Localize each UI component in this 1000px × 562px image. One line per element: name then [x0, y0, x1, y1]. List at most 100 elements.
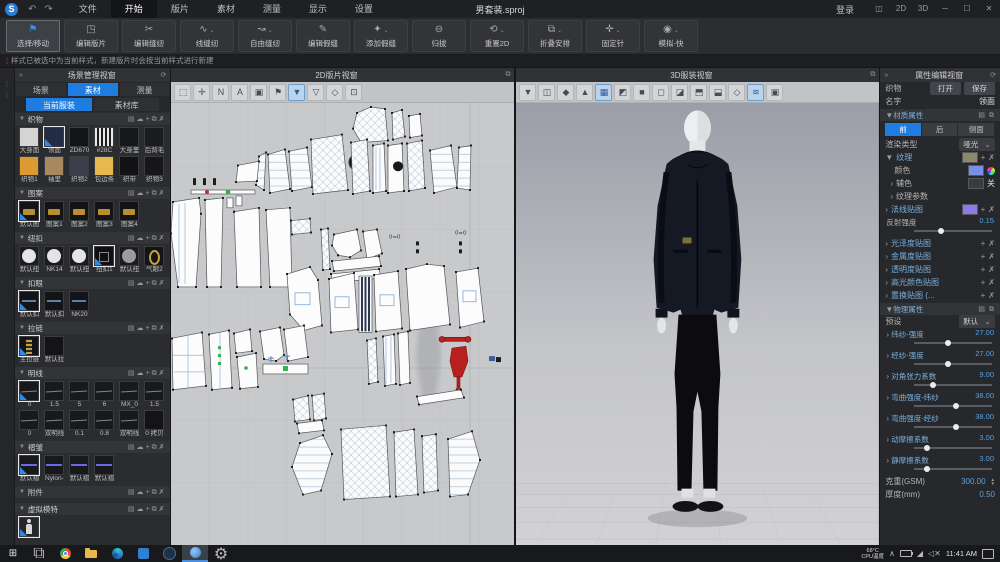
material-thumbnail[interactable]	[44, 455, 64, 475]
delete-icon[interactable]: ✗	[159, 280, 167, 287]
ribbon-button[interactable]: ⧉⌄ 折叠安排	[528, 20, 582, 52]
ribbon-button[interactable]: ∿⌄ 线缝纫	[180, 20, 234, 52]
dropdown-arrow-icon[interactable]: ⌄	[674, 27, 679, 34]
preset-select[interactable]: 默认⌄	[959, 315, 995, 328]
material-item[interactable]: 0	[18, 381, 41, 409]
section-header[interactable]: ▼ 图案 ▤☁+⧉✗	[15, 187, 171, 199]
refresh-icon[interactable]: ⟳	[157, 71, 171, 79]
save-icon[interactable]: ⧉	[989, 112, 995, 119]
thickness-view-icon[interactable]: ■	[633, 84, 650, 101]
texture-map-row[interactable]: › 金属度贴图 + ✗	[880, 250, 1000, 263]
arrange-points-icon[interactable]: ▦	[595, 84, 612, 101]
wind-icon[interactable]: ≋	[747, 84, 764, 101]
minimize-button[interactable]: ─	[934, 0, 956, 18]
delete-icon[interactable]: ✗	[988, 291, 995, 300]
add-icon[interactable]: +	[981, 153, 986, 162]
material-thumbnail[interactable]	[69, 201, 89, 221]
ribbon-button[interactable]: ↝⌄ 自由缝纫	[238, 20, 292, 52]
pattern-canvas[interactable]: 0=0 0=0	[171, 103, 514, 545]
slider-knob[interactable]	[938, 228, 944, 234]
avatar-pose-icon[interactable]: ◆	[557, 84, 574, 101]
material-thumbnail[interactable]	[94, 127, 114, 147]
chevron-right-icon[interactable]: ›	[886, 393, 889, 402]
material-thumbnail[interactable]	[144, 381, 164, 401]
material-item[interactable]: 织物2	[68, 156, 91, 184]
section-header[interactable]: ▼ 附件 ▤☁+⧉✗	[15, 486, 171, 498]
ribbon-button[interactable]: ✎ 编辑假缝	[296, 20, 350, 52]
physics-slider[interactable]: › 经纱-强度 27.00	[880, 349, 1000, 370]
chevron-down-icon[interactable]: ▼	[885, 305, 893, 314]
box-select-icon[interactable]: ⬚	[174, 84, 191, 101]
texture-view-icon[interactable]: ◩	[614, 84, 631, 101]
material-item[interactable]: 纽扣1	[93, 246, 116, 274]
ribbon-button[interactable]: ◉⌄ 模拟-快	[644, 20, 698, 52]
material-item[interactable]: 默认扣	[18, 291, 41, 319]
chevron-right-icon[interactable]: ›	[886, 330, 889, 339]
close-button[interactable]: ✕	[978, 0, 1000, 18]
copy-icon[interactable]: ⧉	[152, 280, 159, 287]
physics-slider[interactable]: › 纬纱-强度 27.00	[880, 328, 1000, 349]
material-thumbnail[interactable]	[94, 201, 114, 221]
start-button[interactable]: ⊞	[0, 545, 26, 562]
material-item[interactable]: 默认扣	[43, 291, 66, 319]
folder-icon[interactable]: ▤	[128, 235, 137, 242]
delete-icon[interactable]: ✗	[988, 239, 995, 248]
chevron-right-icon[interactable]: ›	[886, 414, 889, 423]
name-value[interactable]: 领面	[979, 96, 995, 107]
ribbon-button[interactable]: ✛⌄ 固定针	[586, 20, 640, 52]
folder-icon[interactable]: ▤	[128, 506, 137, 513]
chevron-right-icon[interactable]: ›	[886, 456, 889, 465]
material-item[interactable]: 默认拉	[43, 336, 66, 364]
normal-map-swatch[interactable]	[962, 204, 978, 215]
material-item[interactable]: 0 拷贝	[143, 410, 166, 438]
material-item[interactable]: 大身里	[118, 127, 141, 155]
mesh-view-icon[interactable]: ◻	[652, 84, 669, 101]
material-item[interactable]: Nylon-	[43, 455, 66, 483]
material-item[interactable]: 默认褶	[18, 455, 41, 483]
material-thumbnail[interactable]	[19, 291, 39, 311]
slider-knob[interactable]	[945, 361, 951, 367]
copy-icon[interactable]: ⧉	[152, 489, 159, 496]
chevron-right-icon[interactable]: ›	[885, 265, 888, 274]
slider-knob[interactable]	[924, 445, 930, 451]
bone-icon[interactable]: ▲	[576, 84, 593, 101]
network-icon[interactable]: ◢	[917, 549, 923, 558]
material-thumbnail[interactable]	[119, 410, 139, 430]
chrome-icon[interactable]	[52, 545, 78, 562]
material-subtab[interactable]: 素材库	[94, 98, 160, 111]
folder-icon[interactable]: ▤	[128, 370, 137, 377]
section-header[interactable]: ▼ 拉链 ▤☁+⧉✗	[15, 322, 171, 334]
copy-icon[interactable]: ⧉	[152, 325, 159, 332]
delete-icon[interactable]: ✗	[988, 252, 995, 261]
material-thumbnail[interactable]	[19, 246, 39, 266]
material-thumbnail[interactable]	[19, 410, 39, 430]
delete-icon[interactable]: ✗	[988, 278, 995, 287]
menu-item[interactable]: 开始	[111, 0, 157, 18]
dropdown-arrow-icon[interactable]: ⌄	[500, 27, 505, 34]
delete-icon[interactable]: ✗	[988, 205, 995, 214]
chevron-right-icon[interactable]: ›	[885, 252, 888, 261]
scene-tab[interactable]: 素材	[68, 83, 118, 96]
slider-knob[interactable]	[930, 382, 936, 388]
material-thumbnail[interactable]	[19, 127, 39, 147]
copy-icon[interactable]: ⧉	[152, 190, 159, 197]
chevron-right-icon[interactable]: ›	[886, 351, 889, 360]
material-item[interactable]: 主拉链	[18, 336, 41, 364]
physics-slider[interactable]: › 对角张力系数 9.00	[880, 370, 1000, 391]
refresh-icon[interactable]: ⟳	[986, 71, 1000, 79]
material-item[interactable]: 默认纽	[118, 246, 141, 274]
physics-slider[interactable]: › 弯曲强度-经纱 38.00	[880, 412, 1000, 433]
clock[interactable]: 11:41 AM	[946, 549, 977, 558]
material-item[interactable]: ZD670	[68, 127, 91, 155]
texture-map-row[interactable]: › 光泽度贴图 + ✗	[880, 237, 1000, 250]
section-header[interactable]: ▼ 织物 ▤☁+⧉✗	[15, 113, 171, 125]
material-thumbnail[interactable]	[19, 156, 39, 176]
add-icon[interactable]: +	[981, 252, 986, 261]
section-header[interactable]: ▼ 虚拟模特 ▤☁+⧉✗	[15, 503, 171, 515]
material-thumbnail[interactable]	[94, 156, 114, 176]
add-icon[interactable]: +	[981, 239, 986, 248]
material-item[interactable]: 织物1	[18, 156, 41, 184]
slider-knob[interactable]	[953, 403, 959, 409]
material-thumbnail[interactable]	[94, 410, 114, 430]
texture-map-row[interactable]: › 透明度贴图 + ✗	[880, 263, 1000, 276]
